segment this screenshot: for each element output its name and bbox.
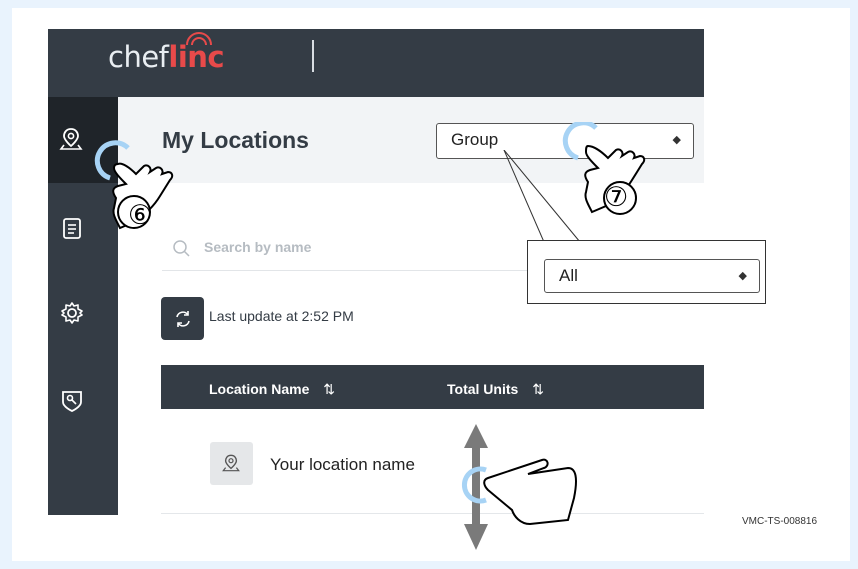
scroll-gesture-icon (462, 424, 577, 550)
column-header-total-units[interactable]: Total Units ⇅ (447, 381, 544, 398)
step-6-label: ⑥ (128, 200, 153, 231)
document-icon[interactable] (59, 215, 85, 241)
search-placeholder: Search by name (204, 239, 312, 255)
step-7-label: ⑦ (604, 182, 629, 213)
document-id: VMC-TS-008816 (742, 516, 818, 527)
location-pin-icon (222, 454, 240, 472)
location-name-cell: Your location name (270, 455, 415, 474)
select-arrows-icon: ◆ (672, 134, 681, 146)
sort-icon[interactable]: ⇅ (532, 381, 544, 397)
last-update-text: Last update at 2:52 PM (209, 308, 354, 324)
sort-icon[interactable]: ⇅ (323, 381, 335, 397)
gear-icon[interactable] (59, 300, 85, 326)
key-badge-icon[interactable] (59, 387, 85, 413)
select-arrows-icon: ◆ (738, 270, 747, 282)
wifi-arc-icon (186, 32, 212, 46)
column-header-location-name[interactable]: Location Name ⇅ (209, 381, 335, 398)
group-dropdown-select[interactable]: All ◆ (544, 259, 760, 293)
logo-divider (312, 40, 314, 72)
location-pin-icon[interactable] (58, 126, 84, 152)
refresh-icon (176, 311, 190, 327)
search-icon (173, 240, 190, 257)
